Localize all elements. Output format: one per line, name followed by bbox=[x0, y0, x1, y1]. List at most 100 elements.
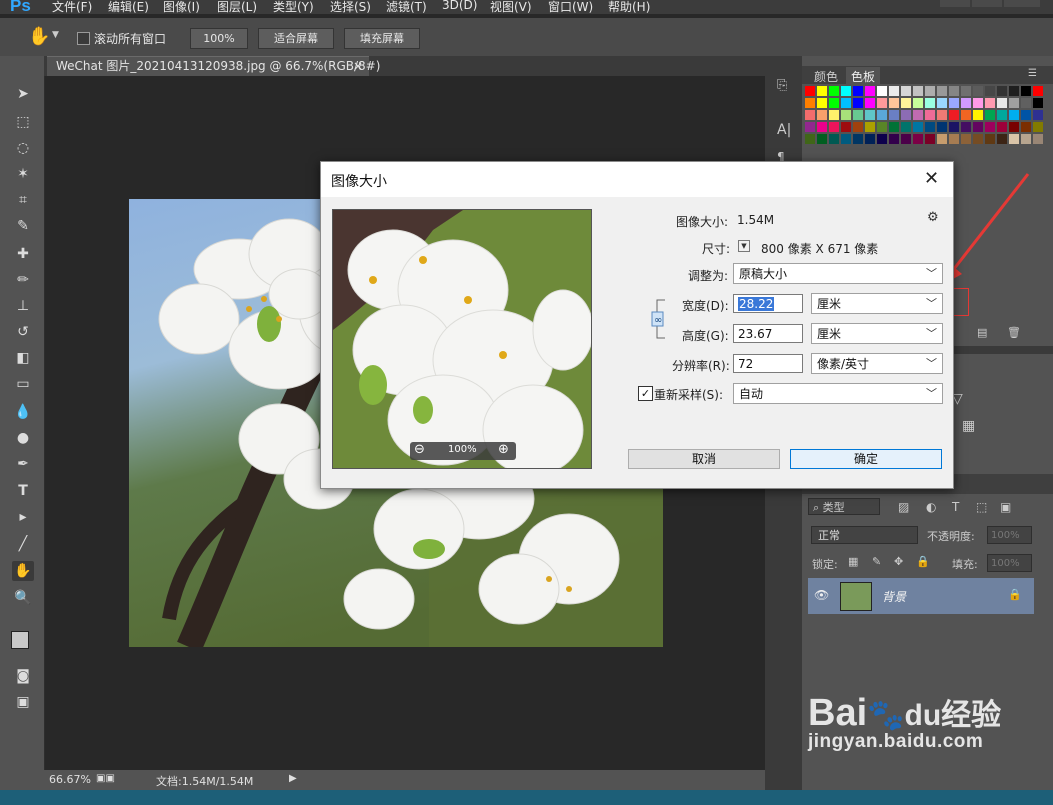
new-swatch-icon[interactable]: ▤ bbox=[977, 326, 987, 339]
menu-file[interactable]: 文件(F) bbox=[52, 0, 92, 15]
history-brush-tool-icon[interactable]: ↺ bbox=[12, 322, 34, 342]
swatch[interactable] bbox=[1021, 134, 1031, 144]
swatch[interactable] bbox=[889, 98, 899, 108]
cancel-button[interactable]: 取消 bbox=[628, 449, 780, 469]
delete-swatch-icon[interactable]: 🗑 bbox=[1007, 326, 1021, 339]
swatch[interactable] bbox=[805, 110, 815, 120]
height-input[interactable]: 23.67 bbox=[733, 324, 803, 343]
swatch[interactable] bbox=[925, 110, 935, 120]
swatch[interactable] bbox=[1033, 86, 1043, 96]
healing-brush-tool-icon[interactable]: ✚ bbox=[12, 244, 34, 264]
swatch[interactable] bbox=[1021, 122, 1031, 132]
layer-visibility-eye-icon[interactable]: 👁 bbox=[814, 588, 829, 602]
swatch[interactable] bbox=[937, 122, 947, 132]
swatch[interactable] bbox=[985, 86, 995, 96]
swatch[interactable] bbox=[985, 98, 995, 108]
clone-stamp-tool-icon[interactable]: ⊥ bbox=[12, 296, 34, 316]
swatch[interactable] bbox=[877, 122, 887, 132]
filter-pixel-icon[interactable]: ▨ bbox=[898, 500, 909, 514]
lasso-tool-icon[interactable]: ◌ bbox=[12, 138, 34, 158]
swatch[interactable] bbox=[1033, 98, 1043, 108]
swatch[interactable] bbox=[877, 98, 887, 108]
gradient-tool-icon[interactable]: ▭ bbox=[12, 374, 34, 394]
swatch[interactable] bbox=[805, 122, 815, 132]
dodge-tool-icon[interactable]: ● bbox=[12, 428, 34, 448]
swatch[interactable] bbox=[817, 86, 827, 96]
panel-menu-icon[interactable]: ☰ bbox=[1028, 68, 1037, 79]
swatch[interactable] bbox=[997, 122, 1007, 132]
quick-mask-icon[interactable]: ◙ bbox=[12, 666, 34, 686]
swatch[interactable] bbox=[901, 122, 911, 132]
history-panel-icon[interactable]: ⎘ bbox=[777, 78, 787, 93]
swatch[interactable] bbox=[853, 110, 863, 120]
swatch[interactable] bbox=[829, 86, 839, 96]
swatch[interactable] bbox=[853, 98, 863, 108]
swatch[interactable] bbox=[889, 86, 899, 96]
swatch[interactable] bbox=[937, 86, 947, 96]
menu-type[interactable]: 类型(Y) bbox=[273, 0, 314, 15]
swatch[interactable] bbox=[901, 134, 911, 144]
tab-color[interactable]: 颜色 bbox=[814, 68, 838, 85]
fill-field[interactable]: 100% bbox=[987, 554, 1032, 572]
blur-tool-icon[interactable]: 💧 bbox=[12, 402, 34, 422]
swatch[interactable] bbox=[949, 110, 959, 120]
menu-layer[interactable]: 图层(L) bbox=[217, 0, 257, 15]
swatch[interactable] bbox=[913, 98, 923, 108]
resample-checkbox[interactable]: ✓ bbox=[638, 386, 653, 401]
layer-name[interactable]: 背景 bbox=[882, 588, 906, 605]
fit-screen-button[interactable]: 适合屏幕 bbox=[258, 28, 334, 49]
swatch[interactable] bbox=[1009, 134, 1019, 144]
menu-window[interactable]: 窗口(W) bbox=[548, 0, 593, 15]
swatch[interactable] bbox=[949, 122, 959, 132]
swatch[interactable] bbox=[901, 86, 911, 96]
layer-filter-select[interactable]: ⌕ 类型 bbox=[808, 498, 880, 515]
swatch[interactable] bbox=[973, 110, 983, 120]
swatch[interactable] bbox=[805, 134, 815, 144]
pen-tool-icon[interactable]: ✒ bbox=[12, 454, 34, 474]
lock-position-icon[interactable]: ✥ bbox=[894, 555, 903, 568]
settings-gear-icon[interactable]: ⚙ bbox=[927, 210, 939, 225]
swatch[interactable] bbox=[865, 98, 875, 108]
swatch[interactable] bbox=[829, 110, 839, 120]
swatch[interactable] bbox=[961, 122, 971, 132]
swatch[interactable] bbox=[829, 122, 839, 132]
swatch[interactable] bbox=[925, 98, 935, 108]
filter-type-icon[interactable]: T bbox=[952, 500, 959, 514]
swatch[interactable] bbox=[877, 110, 887, 120]
swatch[interactable] bbox=[805, 98, 815, 108]
move-tool-icon[interactable]: ➤ bbox=[12, 84, 34, 104]
zoom-in-icon[interactable]: ⊕ bbox=[498, 442, 509, 457]
width-unit-select[interactable]: 厘米 ﹀ bbox=[811, 293, 943, 314]
swatch[interactable] bbox=[1021, 98, 1031, 108]
document-tab[interactable]: WeChat 图片_20210413120938.jpg @ 66.7%(RGB… bbox=[47, 56, 380, 76]
swatch[interactable] bbox=[817, 134, 827, 144]
swatch[interactable] bbox=[985, 122, 995, 132]
swatch[interactable] bbox=[1009, 122, 1019, 132]
hand-tool-active-icon[interactable]: ✋ bbox=[12, 561, 34, 581]
swatch[interactable] bbox=[841, 110, 851, 120]
ok-button[interactable]: 确定 bbox=[790, 449, 942, 469]
swatch[interactable] bbox=[829, 134, 839, 144]
swatch[interactable] bbox=[877, 134, 887, 144]
swatch[interactable] bbox=[1009, 98, 1019, 108]
fill-screen-button[interactable]: 填充屏幕 bbox=[344, 28, 420, 49]
swatch[interactable] bbox=[853, 134, 863, 144]
marquee-tool-icon[interactable]: ⬚ bbox=[12, 112, 34, 132]
swatch[interactable] bbox=[901, 98, 911, 108]
swatch[interactable] bbox=[937, 110, 947, 120]
swatch[interactable] bbox=[877, 86, 887, 96]
swatch[interactable] bbox=[1009, 86, 1019, 96]
swatch[interactable] bbox=[1033, 134, 1043, 144]
swatch[interactable] bbox=[961, 98, 971, 108]
swatch[interactable] bbox=[925, 122, 935, 132]
swatch[interactable] bbox=[949, 98, 959, 108]
swatch[interactable] bbox=[997, 110, 1007, 120]
grid-icon[interactable]: ▦ bbox=[962, 418, 975, 434]
swatch[interactable] bbox=[829, 98, 839, 108]
menu-3d[interactable]: 3D(D) bbox=[442, 0, 477, 12]
swatch[interactable] bbox=[889, 110, 899, 120]
preview-image[interactable]: ⊖ 100% ⊕ bbox=[332, 209, 592, 469]
swatch[interactable] bbox=[841, 98, 851, 108]
close-window-button[interactable] bbox=[1004, 0, 1040, 7]
swatch[interactable] bbox=[985, 134, 995, 144]
